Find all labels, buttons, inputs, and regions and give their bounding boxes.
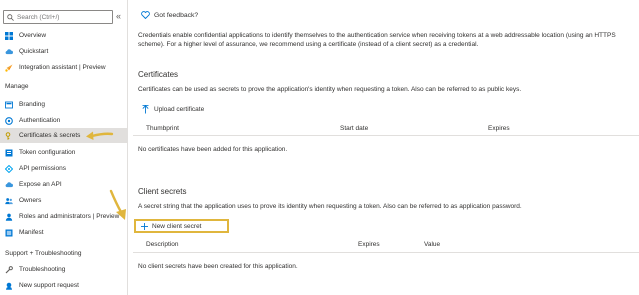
- annotation-arrow-icon: [109, 189, 126, 220]
- rocket-icon: [5, 64, 13, 72]
- sidebar-item-integration-assistant[interactable]: Integration assistant | Preview: [0, 60, 127, 75]
- collapse-sidebar-button[interactable]: «: [116, 11, 121, 21]
- search-icon: [7, 13, 14, 21]
- sidebar-item-label: Quickstart: [19, 48, 49, 55]
- sidebar-item-label: Certificates & secrets: [19, 132, 81, 139]
- key-icon: [5, 131, 13, 140]
- upload-certificate-button[interactable]: Upload certificate: [142, 105, 204, 114]
- certificates-description: Certificates can be used as secrets to p…: [138, 86, 522, 93]
- sidebar-item-label: Overview: [19, 32, 47, 39]
- sidebar-item-authentication[interactable]: Authentication: [0, 113, 127, 128]
- sidebar-item-label: Token configuration: [19, 149, 76, 156]
- new-client-secret-label: New client secret: [152, 222, 202, 230]
- sidebar-item-label: Expose an API: [19, 181, 62, 188]
- column-header-value[interactable]: Value: [424, 241, 440, 248]
- sidebar-item-overview[interactable]: Overview: [0, 28, 127, 43]
- intro-text: Credentials enable confidential applicat…: [138, 32, 616, 48]
- sidebar-item-manifest[interactable]: Manifest: [0, 225, 127, 240]
- table-divider: [133, 252, 639, 253]
- support-request-icon: [5, 282, 13, 290]
- api-permissions-icon: [5, 164, 13, 173]
- sidebar-item-token-configuration[interactable]: Token configuration: [0, 145, 127, 160]
- roles-icon: [5, 213, 13, 221]
- upload-certificate-label: Upload certificate: [154, 106, 205, 113]
- client-secrets-empty-message: No client secrets have been created for …: [138, 263, 298, 270]
- search-box[interactable]: [3, 10, 113, 24]
- column-header-start-date[interactable]: Start date: [340, 125, 368, 132]
- feedback-link[interactable]: Got feedback?: [141, 11, 198, 19]
- column-header-description[interactable]: Description: [146, 241, 179, 248]
- sidebar-item-label: Manifest: [19, 229, 44, 236]
- plus-icon: [141, 222, 148, 230]
- sidebar-item-label: Authentication: [19, 117, 61, 124]
- column-header-expires[interactable]: Expires: [358, 241, 380, 248]
- sidebar-item-branding[interactable]: Branding: [0, 97, 127, 112]
- sidebar-item-label: Integration assistant | Preview: [19, 64, 106, 71]
- sidebar-item-new-support-request[interactable]: New support request: [0, 278, 127, 293]
- sidebar: « Overview Quickstart Integration assist…: [0, 0, 128, 295]
- sidebar-item-label: Roles and administrators | Preview: [19, 213, 120, 220]
- sidebar-item-troubleshooting[interactable]: Troubleshooting: [0, 262, 127, 277]
- client-secrets-description: A secret string that the application use…: [138, 203, 522, 210]
- sidebar-item-label: New support request: [19, 282, 79, 289]
- sidebar-item-label: Troubleshooting: [19, 266, 66, 273]
- sidebar-item-api-permissions[interactable]: API permissions: [0, 161, 127, 176]
- wrench-icon: [5, 265, 13, 274]
- heart-icon: [141, 11, 150, 19]
- manage-section-heading: Manage: [5, 83, 29, 90]
- feedback-label: Got feedback?: [154, 11, 199, 19]
- grid-icon: [5, 31, 13, 40]
- cloud-icon: [5, 48, 13, 56]
- sidebar-item-quickstart[interactable]: Quickstart: [0, 44, 127, 59]
- owners-icon: [5, 197, 13, 205]
- support-section-heading: Support + Troubleshooting: [5, 250, 82, 257]
- certificates-heading: Certificates: [138, 70, 179, 79]
- branding-icon: [5, 101, 13, 109]
- token-icon: [5, 149, 13, 157]
- authentication-icon: [5, 116, 13, 125]
- client-secrets-heading: Client secrets: [138, 187, 187, 196]
- sidebar-item-label: Owners: [19, 197, 42, 204]
- column-header-thumbprint[interactable]: Thumbprint: [146, 125, 179, 132]
- column-header-expires[interactable]: Expires: [488, 125, 510, 132]
- upload-icon: [142, 105, 149, 114]
- manifest-icon: [5, 229, 13, 237]
- search-input[interactable]: [17, 13, 107, 21]
- sidebar-item-label: Branding: [19, 101, 46, 108]
- certificates-empty-message: No certificates have been added for this…: [138, 146, 288, 153]
- cloud-icon: [5, 181, 13, 189]
- annotation-arrow-icon: [86, 131, 114, 140]
- main-content: Got feedback? Credentials enable confide…: [109, 0, 639, 295]
- table-divider: [133, 135, 639, 136]
- new-client-secret-button[interactable]: New client secret: [134, 219, 229, 233]
- sidebar-item-label: API permissions: [19, 165, 66, 172]
